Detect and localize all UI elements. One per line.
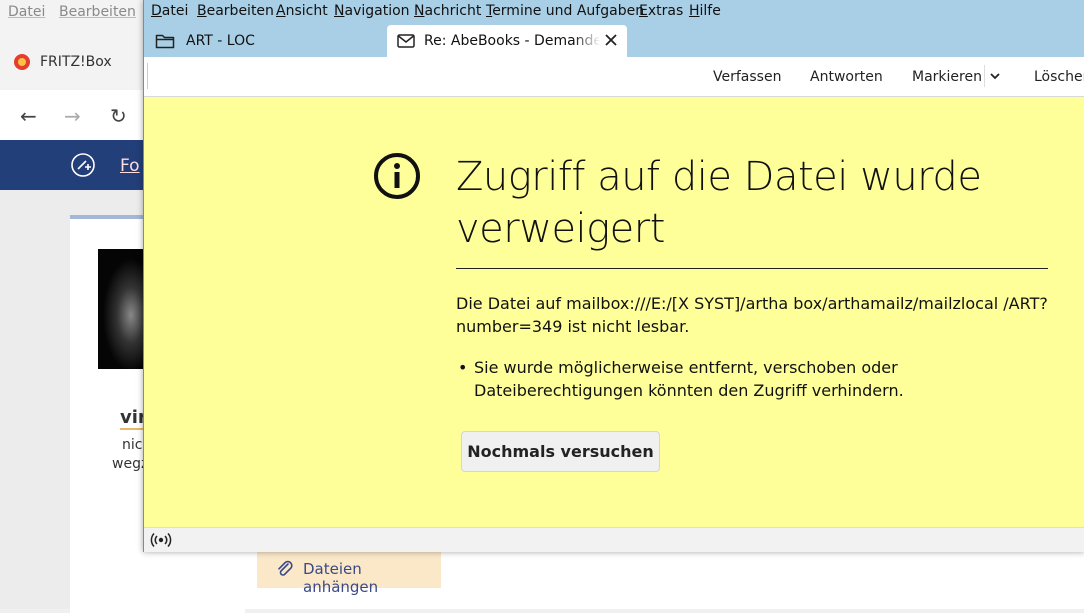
menu-termine[interactable]: Termine und Aufgaben <box>486 3 644 19</box>
bg-browser-navbar: ← → ↻ <box>0 90 145 140</box>
close-icon[interactable] <box>602 31 620 49</box>
folder-icon <box>155 34 175 49</box>
profile-photo <box>98 249 145 369</box>
paperclip-icon <box>278 560 293 576</box>
tab-folder[interactable]: ART - LOC <box>149 26 385 57</box>
status-bar <box>144 527 1084 552</box>
background-menubar: Datei Bearbeiten <box>0 0 150 24</box>
error-reason-item: Sie wurde möglicherweise entfernt, versc… <box>456 356 1056 402</box>
tab-folder-label: ART - LOC <box>186 33 255 49</box>
tab-message[interactable]: Re: AbeBooks - Demande de <box>387 25 627 58</box>
fritz-header-bar: Fo <box>0 140 145 190</box>
thunderbird-window: Datei Bearbeiten Ansicht Navigation Nach… <box>143 0 1084 552</box>
error-reasons: Sie wurde möglicherweise entfernt, versc… <box>456 356 1056 402</box>
bg-browser-tab[interactable]: FRITZ!Box <box>0 40 145 84</box>
menu-nachricht[interactable]: Nachricht <box>414 3 481 19</box>
bg-tab-title: FRITZ!Box <box>40 54 112 70</box>
menu-bearbeiten[interactable]: Bearbeiten <box>197 3 274 19</box>
forward-arrow-icon[interactable]: → <box>64 104 81 128</box>
info-icon <box>374 153 420 199</box>
attach-files-button[interactable]: Dateien anhängen <box>257 550 441 596</box>
error-divider <box>456 268 1048 269</box>
error-message: Die Datei auf mailbox:///E:/[X SYST]/art… <box>456 294 1048 336</box>
menu-ansicht[interactable]: Ansicht <box>276 3 328 19</box>
reply-button[interactable]: Antworten <box>810 69 883 85</box>
online-status-icon[interactable] <box>150 532 172 548</box>
title-bar: Datei Bearbeiten Ansicht Navigation Nach… <box>144 0 1084 58</box>
error-page: Zugriff auf die Datei wurde verweigert D… <box>144 97 1084 527</box>
error-title: Zugriff auf die Datei wurde verweigert <box>456 154 982 252</box>
reload-icon[interactable]: ↻ <box>110 104 127 128</box>
fritzbox-icon <box>14 54 30 70</box>
mail-icon <box>397 34 415 48</box>
delete-button[interactable]: Löschen <box>1034 69 1084 85</box>
menu-datei[interactable]: Datei <box>151 3 188 19</box>
attach-files-label: Dateien anhängen <box>303 560 379 596</box>
profile-line-1: nic <box>122 437 143 453</box>
menu-extras[interactable]: Extras <box>639 3 683 19</box>
mark-button[interactable]: Markieren <box>912 69 982 85</box>
menu-navigation[interactable]: Navigation <box>334 3 410 19</box>
bg-menu-datei[interactable]: Datei <box>8 4 45 20</box>
support-icon[interactable] <box>70 152 96 178</box>
chevron-down-icon <box>990 73 1000 80</box>
mark-dropdown[interactable] <box>984 65 1005 87</box>
toolbar-separator <box>147 63 148 89</box>
tab-message-label: Re: AbeBooks - Demande de <box>424 33 600 49</box>
retry-button[interactable]: Nochmals versuchen <box>461 431 660 472</box>
back-arrow-icon[interactable]: ← <box>20 104 37 128</box>
bg-menu-bearbeiten[interactable]: Bearbeiten <box>59 4 136 20</box>
fritz-nav-link[interactable]: Fo <box>120 156 140 176</box>
compose-button[interactable]: Verfassen <box>713 69 781 85</box>
message-toolbar: Verfassen Antworten Markieren Löschen <box>144 57 1084 97</box>
menu-hilfe[interactable]: Hilfe <box>689 3 721 19</box>
